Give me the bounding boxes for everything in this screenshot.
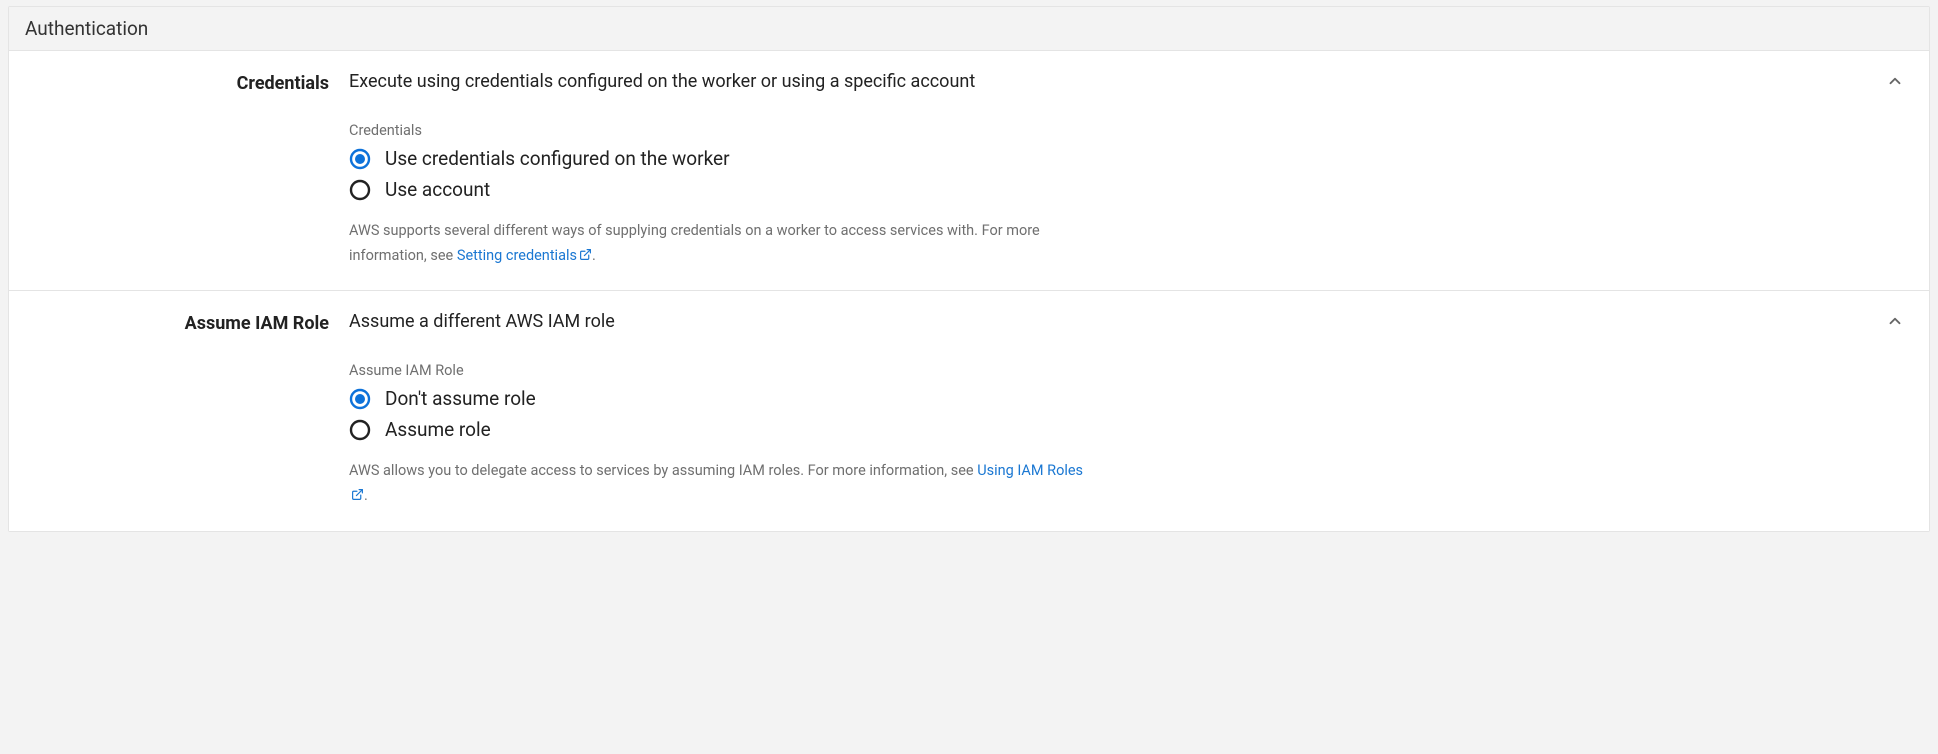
chevron-up-icon [1886, 312, 1904, 334]
assume-role-radio-dont-label: Don't assume role [385, 387, 536, 410]
credentials-radio-account-label: Use account [385, 178, 490, 201]
assume-role-radio-assume[interactable]: Assume role [349, 418, 1869, 441]
assume-role-radio-assume-label: Assume role [385, 418, 491, 441]
credentials-radio-group: Use credentials configured on the worker… [349, 147, 1869, 201]
assume-role-radio-group: Don't assume role Assume role [349, 387, 1869, 441]
credentials-label: Credentials [9, 71, 349, 268]
credentials-help-prefix: AWS supports several different ways of s… [349, 222, 1040, 264]
credentials-radio-worker[interactable]: Use credentials configured on the worker [349, 147, 1869, 170]
assume-role-help-suffix: . [364, 487, 368, 504]
assume-role-label: Assume IAM Role [9, 311, 349, 508]
assume-role-radio-dont[interactable]: Don't assume role [349, 387, 1869, 410]
chevron-up-icon [1886, 72, 1904, 94]
assume-role-collapse-toggle[interactable] [1883, 311, 1907, 335]
assume-role-help-text: AWS allows you to delegate access to ser… [349, 459, 1089, 508]
credentials-section: Credentials Execute using credentials co… [9, 50, 1929, 290]
external-link-icon [351, 488, 364, 501]
credentials-help-suffix: . [592, 247, 596, 264]
radio-unselected-icon [349, 419, 371, 441]
authentication-panel: Authentication Credentials Execute using… [8, 6, 1930, 532]
assume-role-field-label: Assume IAM Role [349, 362, 1869, 379]
panel-title: Authentication [9, 7, 1929, 50]
setting-credentials-link[interactable]: Setting credentials [457, 247, 592, 264]
credentials-help-text: AWS supports several different ways of s… [349, 219, 1089, 268]
radio-selected-icon [349, 388, 371, 410]
credentials-collapse-toggle[interactable] [1883, 71, 1907, 95]
credentials-summary: Execute using credentials configured on … [349, 71, 1869, 92]
credentials-field-label: Credentials [349, 122, 1869, 139]
assume-role-section: Assume IAM Role Assume a different AWS I… [9, 290, 1929, 530]
radio-selected-icon [349, 148, 371, 170]
assume-role-help-prefix: AWS allows you to delegate access to ser… [349, 462, 977, 479]
credentials-radio-account[interactable]: Use account [349, 178, 1869, 201]
credentials-radio-worker-label: Use credentials configured on the worker [385, 147, 730, 170]
external-link-icon [579, 248, 592, 261]
radio-unselected-icon [349, 179, 371, 201]
assume-role-summary: Assume a different AWS IAM role [349, 311, 1869, 332]
